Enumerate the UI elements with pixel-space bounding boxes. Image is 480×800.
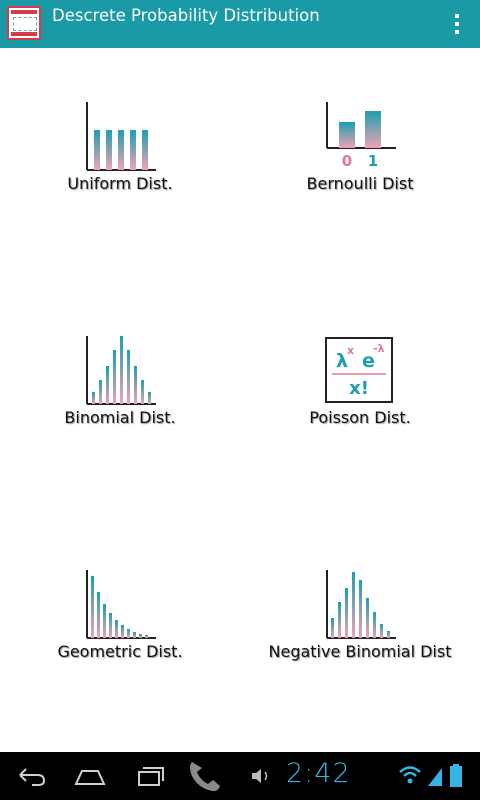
tile-binomial[interactable]: Binomial Dist. xyxy=(0,336,240,456)
status-clock: 2:42 xyxy=(286,758,351,789)
formula-x-exponent: x xyxy=(347,344,354,357)
tile-label: Geometric Dist. xyxy=(57,642,183,661)
tile-negative-binomial[interactable]: Negative Binomial Dist xyxy=(240,570,480,690)
phone-icon[interactable] xyxy=(184,758,224,794)
bernoulli-label-1: 1 xyxy=(368,152,378,170)
app-title: Descrete Probability Distribution xyxy=(52,6,320,25)
back-icon[interactable] xyxy=(12,762,52,790)
tile-label: Poisson Dist. xyxy=(309,408,411,427)
formula-neg-lambda: -λ xyxy=(373,342,385,355)
app-logo-icon xyxy=(7,6,41,40)
poisson-formula-icon: λ x e -λ x! xyxy=(325,337,393,403)
tile-bernoulli[interactable]: 0 1 Bernoulli Dist xyxy=(240,102,480,222)
home-icon[interactable] xyxy=(70,762,110,790)
tile-label: Uniform Dist. xyxy=(67,174,173,193)
uniform-chart-icon xyxy=(86,102,156,171)
negative-binomial-chart-icon xyxy=(326,570,396,639)
battery-icon xyxy=(450,764,462,787)
geometric-chart-icon xyxy=(86,570,156,639)
recent-apps-icon[interactable] xyxy=(130,762,170,790)
bernoulli-chart-icon: 0 1 xyxy=(326,102,396,170)
tile-uniform[interactable]: Uniform Dist. xyxy=(0,102,240,222)
tile-geometric[interactable]: Geometric Dist. xyxy=(0,570,240,690)
tile-poisson[interactable]: λ x e -λ x! Poisson Dist. xyxy=(240,336,480,456)
tile-label: Bernoulli Dist xyxy=(306,174,414,193)
overflow-menu-icon[interactable] xyxy=(450,12,464,36)
formula-denominator: x! xyxy=(349,378,369,399)
binomial-chart-icon xyxy=(86,336,156,405)
tile-label: Negative Binomial Dist xyxy=(268,642,452,661)
bernoulli-label-0: 0 xyxy=(342,152,352,170)
volume-icon[interactable] xyxy=(246,762,286,790)
app-bar: Descrete Probability Distribution xyxy=(0,0,480,48)
system-nav-bar xyxy=(0,752,480,800)
tile-label: Binomial Dist. xyxy=(64,408,176,427)
